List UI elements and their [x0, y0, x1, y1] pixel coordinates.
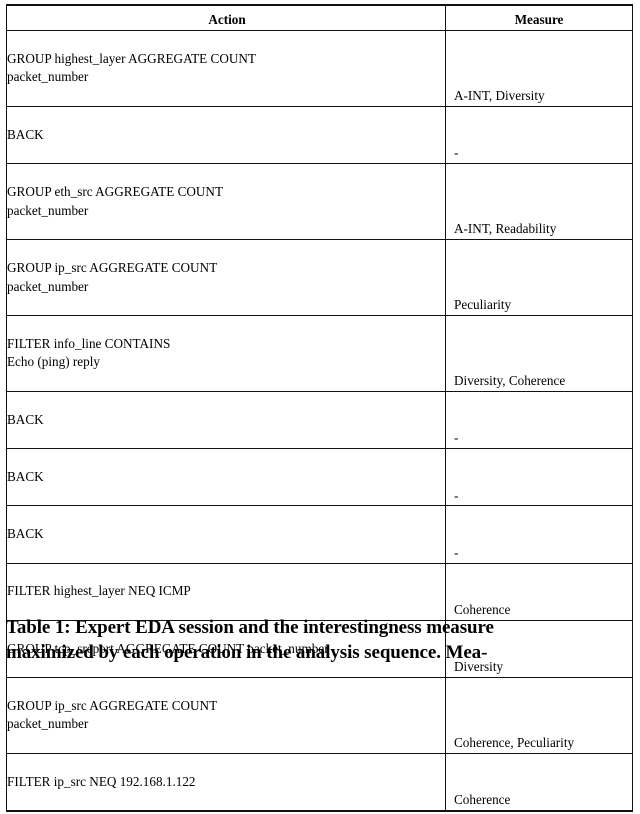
cell-measure-content: Coherence, Peculiarity — [454, 735, 575, 751]
cell-action: FILTER highest_layer NEQ ICMP — [6, 563, 446, 621]
cell-action-line: packet_number — [7, 716, 89, 732]
table-row: BACK - — [6, 106, 633, 165]
cell-action-content: GROUP eth_src AGGREGATE COUNT packet_numb… — [7, 155, 445, 242]
cell-action: BACK — [6, 391, 446, 450]
cell-action: GROUP highest_layer AGGREGATE COUNT packe… — [6, 30, 446, 107]
cell-measure-content: - — [454, 487, 459, 503]
cell-action: GROUP eth_src AGGREGATE COUNT packet_numb… — [6, 163, 446, 241]
table-row: FILTER info_line CONTAINS Echo (ping) rep… — [6, 315, 633, 392]
column-header-action-label: Action — [208, 12, 246, 28]
table-header: Action Measure — [6, 5, 633, 31]
cell-measure: Coherence, Peculiarity — [445, 677, 633, 754]
table-row: FILTER ip_src NEQ 192.168.1.122 Coherence — [6, 753, 633, 812]
cell-action: BACK — [6, 106, 446, 165]
cell-action-content: GROUP highest_layer AGGREGATE COUNT packe… — [7, 22, 445, 109]
cell-action-content: FILTER ip_src NEQ 192.168.1.122 — [7, 742, 445, 814]
cell-action-line: BACK — [7, 126, 44, 142]
column-header-action: Action — [6, 5, 446, 31]
cell-action: GROUP ip_src AGGREGATE COUNT packet_numbe… — [6, 677, 446, 754]
table-row: GROUP eth_src AGGREGATE COUNT packet_numb… — [6, 163, 633, 241]
cell-action-content: BACK — [7, 380, 445, 452]
cell-action: FILTER ip_src NEQ 192.168.1.122 — [6, 753, 446, 812]
cell-action-content: FILTER highest_layer NEQ ICMP — [7, 552, 445, 624]
cell-action-line: BACK — [7, 468, 44, 484]
cell-measure-content: Diversity, Coherence — [454, 373, 566, 389]
cell-action: GROUP ip_src AGGREGATE COUNT packet_numbe… — [6, 239, 446, 317]
cell-measure-content: A-INT, Diversity — [454, 88, 545, 104]
table-body: GROUP highest_layer AGGREGATE COUNT packe… — [6, 30, 633, 812]
table-row: BACK - — [6, 448, 633, 507]
column-header-measure: Measure — [445, 5, 633, 31]
cell-action-line: FILTER info_line CONTAINS — [7, 335, 171, 351]
cell-measure: Peculiarity — [445, 239, 633, 317]
table-row: FILTER highest_layer NEQ ICMP Coherence — [6, 563, 633, 621]
cell-action-line: BACK — [7, 526, 44, 542]
cell-action-line: packet_number — [7, 278, 89, 294]
cell-action-line: BACK — [7, 411, 44, 427]
cell-measure: - — [445, 106, 633, 165]
cell-measure-content: Coherence — [454, 792, 511, 808]
cell-action-line: GROUP ip_src AGGREGATE COUNT — [7, 697, 218, 713]
cell-action-line: FILTER highest_layer NEQ ICMP — [7, 583, 191, 599]
expert-eda-session-table: Action Measure GROUP highest_layer AGGRE… — [6, 4, 633, 813]
cell-action-line: GROUP eth_src AGGREGATE COUNT — [7, 183, 223, 199]
caption-line-1: Table 1: Expert EDA session and the inte… — [6, 617, 494, 638]
cell-action: BACK — [6, 448, 446, 507]
column-header-measure-label: Measure — [514, 12, 564, 28]
cell-action: FILTER info_line CONTAINS Echo (ping) rep… — [6, 315, 446, 392]
table-row: BACK - — [6, 505, 633, 564]
cell-measure: Coherence — [445, 753, 633, 812]
cell-action-content: GROUP ip_src AGGREGATE COUNT packet_numbe… — [7, 669, 445, 756]
table-row: GROUP highest_layer AGGREGATE COUNT packe… — [6, 30, 633, 107]
eda-table-container: Action Measure GROUP highest_layer AGGRE… — [6, 4, 633, 813]
cell-action-line: Echo (ping) reply — [7, 354, 101, 370]
cell-measure: Coherence — [445, 563, 633, 621]
cell-action-content: BACK — [7, 95, 445, 167]
table-header-row: Action Measure — [6, 5, 633, 31]
cell-measure-content: A-INT, Readability — [454, 221, 557, 237]
caption-line-2: maximized by each operation in the analy… — [6, 641, 488, 663]
cell-action-content: BACK — [7, 437, 445, 509]
cell-measure: A-INT, Diversity — [445, 30, 633, 107]
cell-action-line: GROUP highest_layer AGGREGATE COUNT — [7, 50, 256, 66]
cell-measure-content: - — [454, 145, 459, 161]
cell-action-line: FILTER ip_src NEQ 192.168.1.122 — [7, 773, 196, 789]
table-row: GROUP ip_src AGGREGATE COUNT packet_numbe… — [6, 239, 633, 317]
cell-measure-content: - — [454, 544, 459, 560]
cell-measure: Diversity, Coherence — [445, 315, 633, 392]
cell-measure-content: - — [454, 430, 459, 446]
cell-measure: - — [445, 391, 633, 450]
table-row: GROUP ip_src AGGREGATE COUNT packet_numbe… — [6, 677, 633, 754]
cell-measure: - — [445, 448, 633, 507]
cell-action: BACK — [6, 505, 446, 564]
cell-measure: A-INT, Readability — [445, 163, 633, 241]
table-row: BACK - — [6, 391, 633, 450]
cell-action-line: packet_number — [7, 202, 89, 218]
cell-action-content: GROUP ip_src AGGREGATE COUNT packet_numbe… — [7, 231, 445, 318]
table-figure-page: Action Measure GROUP highest_layer AGGRE… — [0, 0, 640, 813]
cell-measure: - — [445, 505, 633, 564]
cell-action-line: packet_number — [7, 69, 89, 85]
cell-measure-content: Peculiarity — [454, 297, 512, 313]
cell-action-line: GROUP ip_src AGGREGATE COUNT — [7, 259, 218, 275]
cell-action-content: BACK — [7, 494, 445, 566]
cell-action-content: FILTER info_line CONTAINS Echo (ping) rep… — [7, 307, 445, 394]
table-caption: Table 1: Expert EDA session and the inte… — [6, 616, 634, 665]
